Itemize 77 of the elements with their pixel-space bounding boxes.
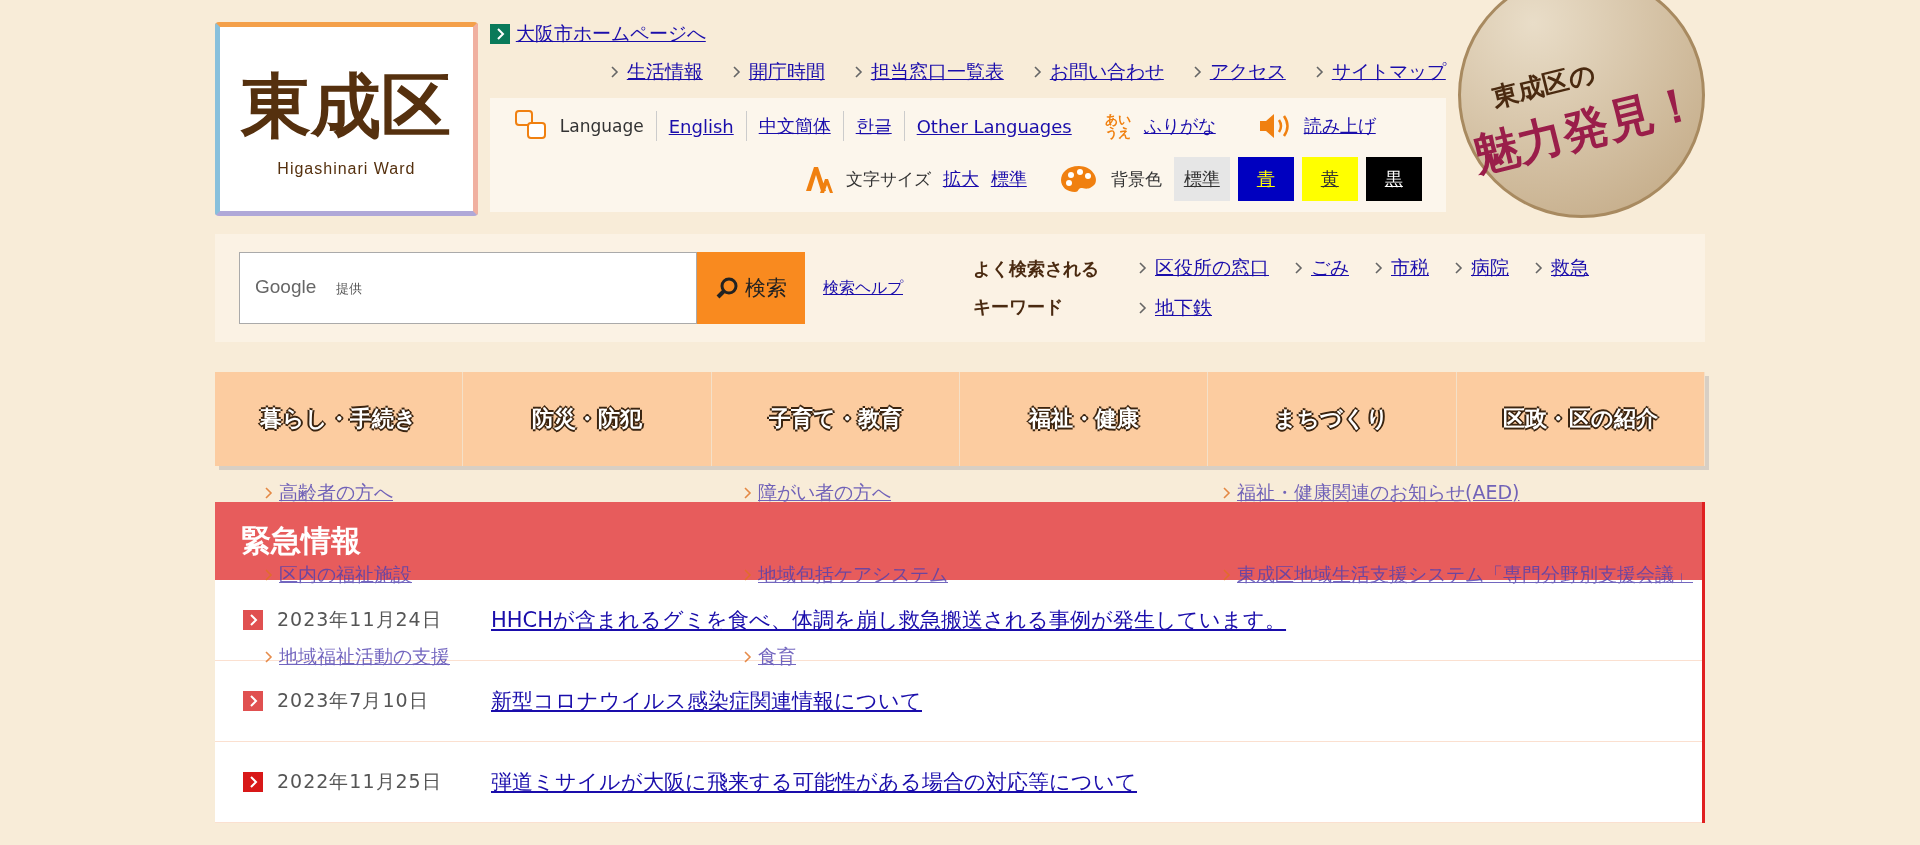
logo-subtitle: Higashinari Ward (277, 160, 416, 178)
news-link[interactable]: 弾道ミサイルが大阪に飛来する可能性がある場合の対応等について (491, 768, 1137, 796)
keyword-link[interactable]: 区役所の窓口 (1155, 255, 1269, 281)
keywords-label: キーワード (973, 295, 1064, 319)
logo[interactable]: 東成区 Higashinari Ward (215, 22, 478, 216)
chevron-icon (243, 772, 263, 792)
chevron-icon (744, 569, 752, 581)
submenu-link[interactable]: 高齢者の方へ (265, 480, 393, 506)
keyword-link[interactable]: 市税 (1391, 255, 1429, 281)
palette-icon (1058, 164, 1099, 194)
search-help-link[interactable]: 検索ヘルプ (823, 277, 903, 299)
header-link[interactable]: 担当窓口一覧表 (870, 59, 1004, 85)
news-link[interactable]: HHCHが含まれるグミを食べ、体調を崩し救急搬送される事例が発生しています。 (491, 606, 1287, 634)
keyword-link[interactable]: 救急 (1551, 255, 1589, 281)
submenu-link[interactable]: 地域福祉活動の支援 (265, 644, 450, 670)
chevron-icon (854, 66, 863, 78)
speaker-icon (1257, 111, 1292, 141)
chevron-icon (1223, 569, 1231, 581)
chevron-icon (265, 569, 273, 581)
chevron-icon (243, 691, 263, 711)
chevron-icon (265, 651, 273, 663)
background-color-button[interactable]: 黒 (1365, 157, 1422, 201)
header-link[interactable]: アクセス (1209, 59, 1286, 85)
background-color-button[interactable]: 黄 (1301, 157, 1358, 201)
language-label: Language (559, 116, 644, 136)
logo-title: 東成区 (241, 63, 452, 149)
submenu-link[interactable]: 食育 (744, 644, 796, 670)
language-link[interactable]: 中文簡体 (758, 114, 831, 138)
search-icon (715, 276, 739, 300)
keyword-link[interactable]: 病院 (1471, 255, 1509, 281)
chevron-icon (243, 610, 263, 630)
city-homepage-link[interactable]: 大阪市ホームページへ (515, 21, 706, 47)
chevron-icon (744, 651, 752, 663)
search-button[interactable]: 検索 (697, 252, 805, 324)
background-color-button[interactable]: 標準 (1173, 157, 1230, 201)
furigana-link[interactable]: ふりがな (1143, 114, 1216, 138)
language-link[interactable]: Other Languages (916, 115, 1072, 137)
chevron-icon (744, 487, 752, 499)
chevron-icon (1295, 262, 1303, 274)
chevron-icon (1375, 262, 1383, 274)
language-link[interactable]: English (668, 115, 734, 137)
chevron-icon (1139, 302, 1147, 314)
font-size-link[interactable]: 標準 (990, 167, 1027, 191)
news-date: 2023年7月10日 (277, 688, 430, 713)
language-link[interactable]: 한글 (855, 114, 892, 138)
font-size-label: 文字サイズ (845, 167, 931, 191)
emergency-title: 緊急情報 (241, 521, 361, 560)
background-color-label: 背景色 (1110, 167, 1162, 191)
news-date: 2023年11月24日 (277, 607, 443, 632)
chevron-icon (1139, 262, 1147, 274)
chevron-icon (265, 487, 273, 499)
keyword-link[interactable]: ごみ (1311, 255, 1349, 281)
chevron-icon (610, 66, 619, 78)
read-aloud-link[interactable]: 読み上げ (1303, 114, 1376, 138)
furigana-icon-text: あいうえ (1103, 113, 1132, 139)
search-brand-label: Google (255, 276, 317, 298)
background-color-button[interactable]: 青 (1237, 157, 1294, 201)
news-link[interactable]: 新型コロナウイルス感染症関連情報について (491, 687, 922, 715)
banner-badge[interactable]: 東成区の 魅力発見！ (1457, 0, 1705, 218)
chevron-icon (1535, 262, 1543, 274)
header-link[interactable]: サイトマップ (1331, 59, 1446, 85)
submenu-link[interactable]: 障がい者の方へ (744, 480, 891, 506)
header-link[interactable]: 生活情報 (626, 59, 703, 85)
chevron-icon (732, 66, 741, 78)
chevron-icon (1315, 66, 1324, 78)
chevron-icon (1223, 487, 1231, 499)
chevron-icon (1455, 262, 1463, 274)
submenu-link[interactable]: 福祉・健康関連のお知らせ(AED) (1223, 480, 1520, 506)
chevron-icon (489, 24, 510, 44)
header-link[interactable]: 開庁時間 (748, 59, 825, 85)
news-date: 2022年11月25日 (277, 769, 443, 794)
font-size-link[interactable]: 拡大 (942, 167, 979, 191)
keywords-label: よく検索される (973, 257, 1099, 281)
chevron-icon (1193, 66, 1202, 78)
chevron-icon (1033, 66, 1042, 78)
keyword-link[interactable]: 地下鉄 (1155, 295, 1212, 321)
header-link[interactable]: お問い合わせ (1049, 59, 1164, 85)
